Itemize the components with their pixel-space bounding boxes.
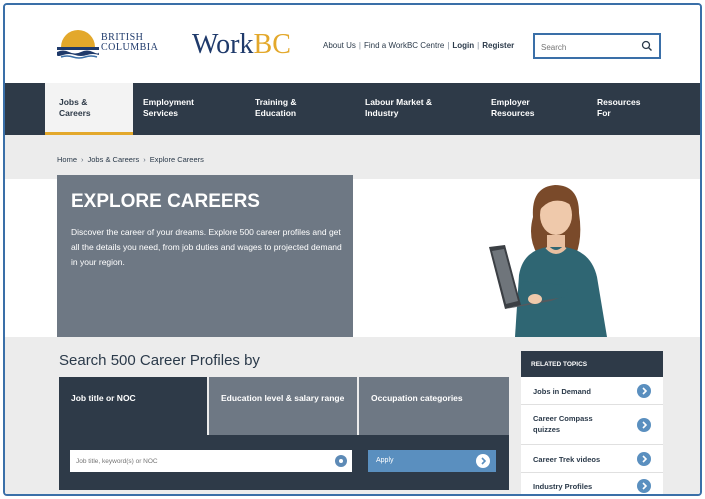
breadcrumb-current: Explore Careers bbox=[149, 155, 204, 164]
nav-item-employment-services[interactable]: Employment Services bbox=[143, 97, 194, 119]
related-item-label: Industry Profiles bbox=[533, 482, 593, 491]
arrow-right-icon bbox=[476, 454, 490, 468]
page-title: EXPLORE CAREERS bbox=[71, 191, 260, 212]
related-item-label: Career Trek videos bbox=[533, 455, 601, 464]
breadcrumb-chevron-icon: › bbox=[81, 155, 84, 164]
related-topics-heading: RELATED TOPICS bbox=[521, 351, 663, 377]
workbc-logo-bc: BC bbox=[253, 29, 291, 60]
site-search-input[interactable] bbox=[541, 41, 637, 53]
nav-label-line: Services bbox=[143, 108, 178, 118]
breadcrumb-chevron-icon: › bbox=[143, 155, 146, 164]
site-search bbox=[533, 33, 661, 59]
workbc-logo[interactable]: WorkBC bbox=[192, 29, 291, 61]
nav-label-line: Education bbox=[255, 108, 297, 118]
nav-label-line: For bbox=[597, 108, 611, 118]
find-centre-link[interactable]: Find a WorkBC Centre bbox=[364, 41, 444, 50]
breadcrumb-jobs-careers[interactable]: Jobs & Careers bbox=[88, 155, 140, 164]
arrow-right-icon bbox=[637, 479, 651, 493]
breadcrumb-home[interactable]: Home bbox=[57, 155, 77, 164]
tab-label: Occupation categories bbox=[371, 393, 463, 403]
bc-logo-text: BRITISH COLUMBIA bbox=[101, 33, 158, 53]
arrow-right-icon bbox=[637, 452, 651, 466]
job-search-input[interactable] bbox=[76, 456, 326, 467]
arrow-right-icon bbox=[637, 384, 651, 398]
career-search-bar: Apply bbox=[59, 435, 509, 490]
section-title: Search 500 Career Profiles by bbox=[59, 352, 260, 369]
nav-label-line: Industry bbox=[365, 108, 399, 118]
nav-label-line: Labour Market & bbox=[365, 97, 433, 107]
tab-occupation-categories[interactable]: Occupation categories bbox=[359, 377, 509, 435]
bc-logo-line2: COLUMBIA bbox=[101, 42, 159, 53]
apply-button[interactable]: Apply bbox=[368, 450, 496, 472]
info-circle-icon[interactable] bbox=[335, 455, 347, 467]
arrow-right-icon bbox=[637, 418, 651, 432]
about-us-link[interactable]: About Us bbox=[323, 41, 356, 50]
browser-frame: BRITISH COLUMBIA WorkBC About Us | Find a … bbox=[3, 3, 702, 496]
main-nav: Jobs & Careers Employment Services Train… bbox=[5, 83, 700, 135]
tab-education-salary[interactable]: Education level & salary range bbox=[209, 377, 357, 435]
tab-label: Job title or NOC bbox=[71, 393, 136, 403]
login-link[interactable]: Login bbox=[452, 41, 474, 50]
related-topics-panel: RELATED TOPICS Jobs in Demand Career Com… bbox=[521, 351, 663, 494]
nav-item-resources-for[interactable]: Resources For bbox=[597, 97, 640, 119]
nav-label-jobs-careers: Jobs & Careers bbox=[59, 97, 91, 119]
job-search-field bbox=[70, 450, 352, 472]
related-item-career-trek[interactable]: Career Trek videos bbox=[521, 445, 663, 473]
breadcrumb-trail: Home › Jobs & Careers › Explore Careers bbox=[57, 155, 204, 164]
nav-label-line: Training & bbox=[255, 97, 297, 107]
nav-item-training-education[interactable]: Training & Education bbox=[255, 97, 297, 119]
nav-label-line: Resources bbox=[597, 97, 641, 107]
top-links: About Us | Find a WorkBC Centre | Login | Regi… bbox=[323, 41, 515, 50]
nav-item-employer-resources[interactable]: Employer Resources bbox=[491, 97, 534, 119]
workbc-logo-work: Work bbox=[192, 29, 254, 60]
search-tabs: Job title or NOC Education level & salar… bbox=[59, 377, 509, 435]
nav-item-jobs-careers[interactable]: Jobs & Careers bbox=[45, 83, 133, 135]
tab-job-title[interactable]: Job title or NOC bbox=[59, 377, 207, 435]
related-item-jobs-in-demand[interactable]: Jobs in Demand bbox=[521, 377, 663, 405]
search-icon[interactable] bbox=[641, 40, 653, 52]
related-item-industry-profiles[interactable]: Industry Profiles bbox=[521, 473, 663, 494]
nav-label-line: Resources bbox=[491, 108, 535, 118]
related-item-label: Jobs in Demand bbox=[533, 387, 591, 396]
related-item-career-compass[interactable]: Career Compass quizzes bbox=[521, 405, 663, 445]
nav-label-line: Careers bbox=[59, 108, 91, 118]
apply-label: Apply bbox=[376, 457, 394, 464]
register-link[interactable]: Register bbox=[482, 41, 514, 50]
tab-label: Education level & salary range bbox=[221, 393, 345, 403]
nav-label-line: Employment bbox=[143, 97, 195, 107]
related-item-label: Career Compass quizzes bbox=[533, 414, 593, 434]
nav-label-line: Employer bbox=[491, 97, 530, 107]
breadcrumb: Home › Jobs & Careers › Explore Careers bbox=[5, 135, 700, 179]
nav-label-line: Jobs & bbox=[59, 97, 88, 107]
site-header: BRITISH COLUMBIA WorkBC About Us | Find a … bbox=[5, 5, 700, 83]
hero-description: Discover the career of your dreams. Expl… bbox=[71, 227, 342, 267]
bc-sun-logo-icon bbox=[57, 30, 99, 59]
woman-with-laptop-photo bbox=[489, 185, 607, 337]
nav-item-labour-market[interactable]: Labour Market & Industry bbox=[365, 97, 432, 119]
hero-panel: EXPLORE CAREERS Discover the career of y… bbox=[57, 175, 353, 337]
